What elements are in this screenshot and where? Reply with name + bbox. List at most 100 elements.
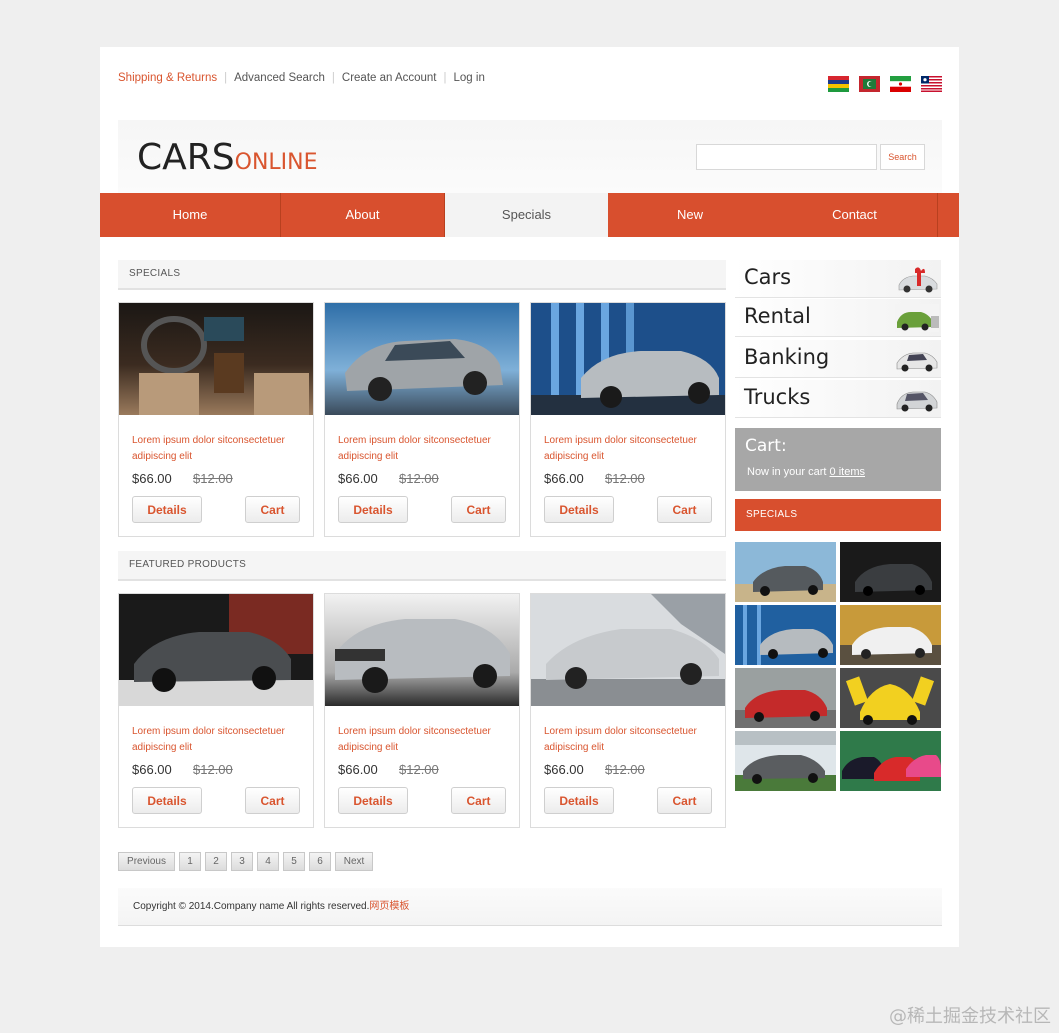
special-thumbnail[interactable] bbox=[735, 542, 836, 602]
product-card: Lorem ipsum dolor sitconsectetuer adipis… bbox=[530, 302, 726, 537]
special-thumbnail[interactable] bbox=[840, 668, 941, 728]
advanced-search-link[interactable]: Advanced Search bbox=[234, 72, 325, 84]
product-image[interactable] bbox=[531, 303, 725, 415]
specials-thumbnail-grid bbox=[735, 542, 941, 791]
cart-button[interactable]: Cart bbox=[245, 787, 300, 814]
cart-status: Now in your cart 0 items bbox=[747, 466, 865, 478]
product-image[interactable] bbox=[119, 303, 313, 415]
sidebar-category-cars[interactable]: Cars bbox=[735, 260, 941, 298]
product-price: $66.00 bbox=[338, 762, 378, 777]
special-thumbnail[interactable] bbox=[840, 542, 941, 602]
product-description: Lorem ipsum dolor sitconsectetuer adipis… bbox=[544, 435, 697, 462]
language-flags bbox=[828, 76, 942, 92]
site-logo[interactable]: CARS ONLINE bbox=[137, 140, 318, 176]
product-image[interactable] bbox=[531, 594, 725, 706]
special-thumbnail[interactable] bbox=[735, 668, 836, 728]
flag-icon-liberia[interactable] bbox=[921, 76, 942, 92]
product-description: Lorem ipsum dolor sitconsectetuer adipis… bbox=[338, 435, 491, 462]
main-nav: Home About Specials New Contact bbox=[100, 193, 959, 237]
cart-items-link[interactable]: 0 items bbox=[830, 466, 865, 478]
nav-contact[interactable]: Contact bbox=[772, 193, 938, 237]
product-description: Lorem ipsum dolor sitconsectetuer adipis… bbox=[544, 726, 697, 753]
cart-button[interactable]: Cart bbox=[451, 787, 506, 814]
gift-car-icon bbox=[898, 267, 938, 293]
separator: | bbox=[443, 72, 447, 84]
site-header: CARS ONLINE Search bbox=[118, 120, 942, 193]
sidebar-specials-header: SPECIALS bbox=[735, 499, 941, 531]
logo-text-cars: CARS bbox=[137, 137, 235, 178]
shipping-returns-link[interactable]: Shipping & Returns bbox=[118, 72, 217, 84]
cart-button[interactable]: Cart bbox=[451, 496, 506, 523]
cart-status-text: Now in your cart bbox=[747, 466, 830, 478]
product-card: Lorem ipsum dolor sitconsectetuer adipis… bbox=[118, 302, 314, 537]
search-input[interactable] bbox=[696, 144, 877, 170]
product-old-price: $12.00 bbox=[399, 471, 439, 486]
search-button[interactable]: Search bbox=[880, 144, 925, 170]
truck-car-icon bbox=[896, 391, 938, 412]
details-button[interactable]: Details bbox=[338, 787, 408, 814]
product-price: $66.00 bbox=[544, 471, 584, 486]
product-card: Lorem ipsum dolor sitconsectetuer adipis… bbox=[324, 302, 520, 537]
details-button[interactable]: Details bbox=[132, 496, 202, 523]
nav-specials[interactable]: Specials bbox=[445, 193, 608, 237]
product-image[interactable] bbox=[325, 303, 519, 415]
page-3-button[interactable]: 3 bbox=[231, 852, 253, 871]
category-label: Trucks bbox=[744, 385, 811, 409]
product-price: $66.00 bbox=[544, 762, 584, 777]
previous-page-button[interactable]: Previous bbox=[118, 852, 175, 871]
sidebar-category-trucks[interactable]: Trucks bbox=[735, 380, 941, 418]
page-container: Shipping & Returns | Advanced Search | C… bbox=[100, 47, 959, 947]
create-account-link[interactable]: Create an Account bbox=[342, 72, 437, 84]
sidebar-category-banking[interactable]: Banking bbox=[735, 340, 941, 378]
page-4-button[interactable]: 4 bbox=[257, 852, 279, 871]
cart-title: Cart: bbox=[745, 436, 787, 456]
details-button[interactable]: Details bbox=[544, 496, 614, 523]
product-old-price: $12.00 bbox=[193, 762, 233, 777]
product-image[interactable] bbox=[325, 594, 519, 706]
product-price: $66.00 bbox=[132, 762, 172, 777]
product-old-price: $12.00 bbox=[605, 762, 645, 777]
specials-section-header: SPECIALS bbox=[118, 260, 726, 290]
special-thumbnail[interactable] bbox=[840, 731, 941, 791]
login-link[interactable]: Log in bbox=[454, 72, 485, 84]
page-2-button[interactable]: 2 bbox=[205, 852, 227, 871]
cart-button[interactable]: Cart bbox=[657, 787, 712, 814]
page-6-button[interactable]: 6 bbox=[309, 852, 331, 871]
next-page-button[interactable]: Next bbox=[335, 852, 373, 871]
details-button[interactable]: Details bbox=[132, 787, 202, 814]
product-card: Lorem ipsum dolor sitconsectetuer adipis… bbox=[118, 593, 314, 828]
details-button[interactable]: Details bbox=[338, 496, 408, 523]
product-old-price: $12.00 bbox=[193, 471, 233, 486]
special-thumbnail[interactable] bbox=[735, 731, 836, 791]
cart-button[interactable]: Cart bbox=[245, 496, 300, 523]
product-old-price: $12.00 bbox=[399, 762, 439, 777]
nav-new[interactable]: New bbox=[608, 193, 772, 237]
flag-icon-mauritius[interactable] bbox=[828, 76, 849, 92]
page-5-button[interactable]: 5 bbox=[283, 852, 305, 871]
nav-home[interactable]: Home bbox=[100, 193, 281, 237]
logo-text-online: ONLINE bbox=[234, 150, 318, 175]
footer-template-link[interactable]: 网页模板 bbox=[369, 901, 409, 912]
product-card: Lorem ipsum dolor sitconsectetuer adipis… bbox=[324, 593, 520, 828]
sidebar-category-rental[interactable]: Rental bbox=[735, 299, 941, 337]
details-button[interactable]: Details bbox=[544, 787, 614, 814]
special-thumbnail[interactable] bbox=[735, 605, 836, 665]
banking-car-icon bbox=[896, 352, 938, 372]
category-label: Banking bbox=[744, 345, 830, 369]
cart-button[interactable]: Cart bbox=[657, 496, 712, 523]
separator: | bbox=[224, 72, 228, 84]
special-thumbnail[interactable] bbox=[840, 605, 941, 665]
flag-icon-maldives[interactable] bbox=[859, 76, 880, 92]
watermark-text: @稀土掘金技术社区 bbox=[889, 1006, 1051, 1027]
product-image[interactable] bbox=[119, 594, 313, 706]
product-price: $66.00 bbox=[132, 471, 172, 486]
page-1-button[interactable]: 1 bbox=[179, 852, 201, 871]
product-description: Lorem ipsum dolor sitconsectetuer adipis… bbox=[338, 726, 491, 753]
cart-summary: Cart: Now in your cart 0 items bbox=[735, 428, 941, 491]
top-links: Shipping & Returns | Advanced Search | C… bbox=[118, 72, 485, 84]
product-description: Lorem ipsum dolor sitconsectetuer adipis… bbox=[132, 435, 285, 462]
flag-icon-iran[interactable] bbox=[890, 76, 911, 92]
site-footer: Copyright © 2014.Company name All rights… bbox=[118, 888, 942, 926]
product-card: Lorem ipsum dolor sitconsectetuer adipis… bbox=[530, 593, 726, 828]
nav-about[interactable]: About bbox=[281, 193, 445, 237]
